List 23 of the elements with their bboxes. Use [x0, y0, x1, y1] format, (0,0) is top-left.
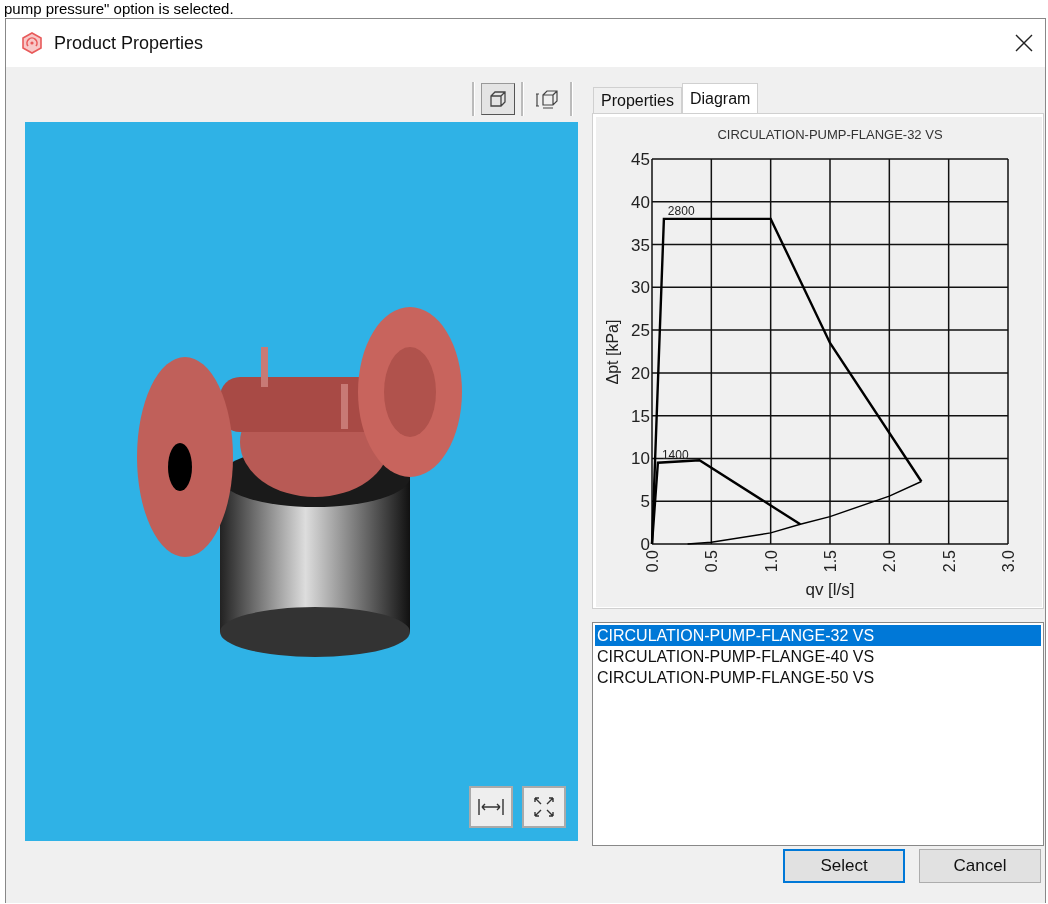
x-tick-label: 1.5	[822, 550, 839, 573]
x-tick-label: 2.5	[940, 550, 958, 573]
y-tick-label: 15	[631, 406, 650, 426]
y-tick-label: 40	[631, 192, 650, 212]
caption-text: pump pressure" option is selected.	[4, 0, 234, 17]
x-tick-label: 3.0	[1000, 550, 1017, 573]
curve-label: 2800	[667, 203, 695, 218]
y-tick-label: 45	[631, 150, 650, 169]
y-tick-label: 25	[631, 321, 650, 341]
y-tick-label: 30	[631, 278, 650, 298]
y-tick-label: 20	[631, 363, 650, 383]
window-title: Product Properties	[54, 32, 205, 54]
curve-label: 1400	[661, 447, 689, 462]
y-tick-label: 35	[631, 235, 650, 255]
y-axis-label: Δpt [kPa]	[604, 319, 621, 385]
x-axis-label: qv [l/s]	[805, 580, 855, 599]
y-tick-label: 10	[631, 449, 650, 469]
x-tick-label: 0.0	[644, 550, 661, 573]
chart-title: CIRCULATION-PUMP-FLANGE-32 VS	[717, 127, 943, 142]
x-tick-label: 0.5	[703, 550, 721, 573]
y-tick-label: 5	[640, 492, 650, 512]
x-tick-label: 2.0	[881, 550, 899, 573]
x-tick-label: 1.0	[762, 550, 780, 573]
